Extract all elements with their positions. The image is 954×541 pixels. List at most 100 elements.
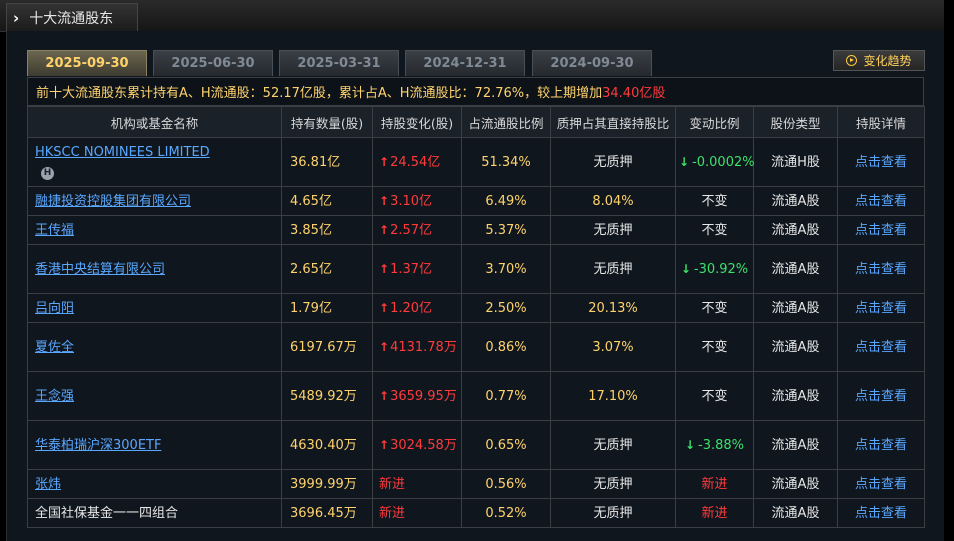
table-row: 王传福 3.85亿 ↑2.57亿 5.37% 无质押 不变 流通A股 点击查看: [27, 215, 925, 245]
share-type-cell: 流通A股: [753, 186, 838, 216]
section-tab[interactable]: › 十大流通股东: [6, 3, 138, 32]
arrow-down-icon: ↓: [684, 437, 696, 452]
holder-name-cell: 王传福: [27, 215, 282, 245]
holder-name-link[interactable]: 王念强: [35, 389, 74, 404]
view-detail-link[interactable]: 点击查看: [837, 322, 925, 372]
change-value: 24.54亿: [390, 154, 441, 170]
float-ratio-cell: 0.56%: [461, 469, 551, 499]
variation-value: 新进: [701, 505, 728, 521]
amount-cell: 36.81亿: [281, 137, 373, 187]
table-row: 华泰柏瑞沪深300ETF 4630.40万 ↑3024.58万 0.65% 无质押 ↓ -3…: [27, 420, 925, 470]
holder-name-link[interactable]: 华泰柏瑞沪深300ETF: [35, 438, 161, 453]
float-ratio-cell: 0.86%: [461, 322, 551, 372]
change-cell: ↑24.54亿: [372, 137, 462, 187]
arrow-up-icon: ↑: [379, 437, 390, 452]
view-detail-link[interactable]: 点击查看: [837, 186, 925, 216]
view-detail-link[interactable]: 点击查看: [837, 244, 925, 294]
table-row: 融捷投资控股集团有限公司 4.65亿 ↑3.10亿 6.49% 8.04% 不变 流通A股点…: [27, 186, 925, 216]
holder-name-link[interactable]: 吕向阳: [35, 301, 74, 316]
arrow-up-icon: ↑: [379, 300, 390, 315]
share-type-cell: 流通A股: [753, 293, 838, 323]
tab-2025-09-30[interactable]: 2025-09-30: [27, 50, 147, 76]
table-row: 全国社保基金一一四组合 3696.45万 新进 0.52% 无质押 新进 流通A股 点击查看: [27, 498, 925, 528]
float-ratio-cell: 51.34%: [461, 137, 551, 187]
arrow-up-icon: ↑: [379, 388, 390, 403]
float-ratio-cell: 5.37%: [461, 215, 551, 245]
share-type-cell: 流通A股: [753, 469, 838, 499]
change-cell: ↑4131.78万: [372, 322, 462, 372]
view-detail-link[interactable]: 点击查看: [837, 498, 925, 528]
variation-value: -0.0002%: [692, 154, 755, 170]
share-type-cell: 流通A股: [753, 244, 838, 294]
tab-2025-06-30[interactable]: 2025-06-30: [153, 50, 273, 76]
amount-cell: 3999.99万: [281, 469, 373, 499]
float-ratio-cell: 3.70%: [461, 244, 551, 294]
share-type-cell: 流通A股: [753, 215, 838, 245]
holders-table: 机构或基金名称 持有数量(股) 持股变化(股) 占流通股比例 质押占其直接持股比…: [27, 106, 925, 528]
change-cell: 新进: [372, 469, 462, 499]
view-detail-link[interactable]: 点击查看: [837, 137, 925, 187]
pledge-cell: 8.04%: [550, 186, 676, 216]
trend-button[interactable]: 变化趋势: [833, 50, 925, 71]
pledge-cell: 无质押: [550, 469, 676, 499]
holder-name-link[interactable]: 融捷投资控股集团有限公司: [35, 194, 191, 209]
section-title: 十大流通股东: [29, 11, 114, 27]
table-row: 香港中央结算有限公司 2.65亿 ↑1.37亿 3.70% 无质押 ↓ -30.92% 流通A…: [27, 244, 925, 294]
view-detail-link[interactable]: 点击查看: [837, 293, 925, 323]
change-cell: ↑1.20亿: [372, 293, 462, 323]
view-detail-link[interactable]: 点击查看: [837, 215, 925, 245]
arrow-up-icon: ↑: [379, 261, 390, 276]
view-detail-link[interactable]: 点击查看: [837, 469, 925, 499]
arrow-up-icon: ↑: [379, 222, 390, 237]
right-edge: [944, 0, 954, 541]
table-row: 夏佐全 6197.67万 ↑4131.78万 0.86% 3.07% 不变 流通A股 点击查看: [27, 322, 925, 372]
variation-value: 不变: [701, 193, 728, 209]
view-detail-link[interactable]: 点击查看: [837, 371, 925, 421]
pledge-cell: 无质押: [550, 215, 676, 245]
change-cell: 新进: [372, 498, 462, 528]
amount-cell: 2.65亿: [281, 244, 373, 294]
variation-cell: ↓ -0.0002%: [675, 137, 755, 187]
table-row: HKSCC NOMINEES LIMITED H 36.81亿 ↑24.54亿 51.3…: [27, 137, 925, 187]
pledge-cell: 无质押: [550, 498, 676, 528]
amount-cell: 6197.67万: [281, 322, 373, 372]
holder-name-link[interactable]: HKSCC NOMINEES LIMITED: [35, 145, 210, 160]
variation-cell: 新进: [675, 498, 754, 528]
change-value: 3.10亿: [390, 193, 433, 209]
holder-name-link[interactable]: 夏佐全: [35, 340, 74, 355]
header-bar: › 十大流通股东: [0, 0, 944, 32]
share-type-cell: 流通H股: [753, 137, 838, 187]
tab-2025-03-31[interactable]: 2025-03-31: [279, 50, 399, 76]
change-value: 3659.95万: [390, 388, 457, 404]
variation-value: 不变: [701, 388, 728, 404]
arrow-up-icon: ↑: [379, 193, 390, 208]
holder-name-cell: 全国社保基金一一四组合: [27, 498, 282, 528]
variation-cell: 不变: [675, 186, 754, 216]
float-ratio-cell: 0.77%: [461, 371, 551, 421]
holder-name-link[interactable]: 张炜: [35, 477, 61, 492]
holder-name-cell: HKSCC NOMINEES LIMITED H: [27, 137, 282, 187]
pledge-cell: 无质押: [550, 137, 676, 187]
arrow-down-icon: ↓: [679, 154, 690, 169]
float-ratio-cell: 2.50%: [461, 293, 551, 323]
amount-cell: 1.79亿: [281, 293, 373, 323]
col-header-var: 变动比例: [675, 106, 754, 138]
col-header-change: 持股变化(股): [372, 106, 462, 138]
holder-name-link[interactable]: 香港中央结算有限公司: [35, 262, 165, 277]
col-header-pct: 占流通股比例: [461, 106, 551, 138]
summary-bar: 前十大流通股东累计持有A、H流通股：52.17亿股，累计占A、H流通股比：72.…: [27, 77, 924, 106]
view-detail-link[interactable]: 点击查看: [837, 420, 925, 470]
float-ratio-cell: 0.52%: [461, 498, 551, 528]
change-cell: ↑3024.58万: [372, 420, 462, 470]
arrow-down-icon: ↓: [680, 261, 691, 276]
holder-name: 全国社保基金一一四组合: [35, 505, 179, 521]
change-value: 1.37亿: [390, 261, 433, 277]
holder-name-cell: 华泰柏瑞沪深300ETF: [27, 420, 282, 470]
share-type-cell: 流通A股: [753, 322, 838, 372]
table-row: 王念强 5489.92万 ↑3659.95万 0.77% 17.10% 不变 流通A股 点击查…: [27, 371, 925, 421]
tab-2024-09-30[interactable]: 2024-09-30: [532, 50, 652, 76]
holder-name-link[interactable]: 王传福: [35, 223, 74, 238]
share-type-cell: 流通A股: [753, 371, 838, 421]
tab-2024-12-31[interactable]: 2024-12-31: [405, 50, 525, 76]
holder-name-cell: 张炜: [27, 469, 282, 499]
